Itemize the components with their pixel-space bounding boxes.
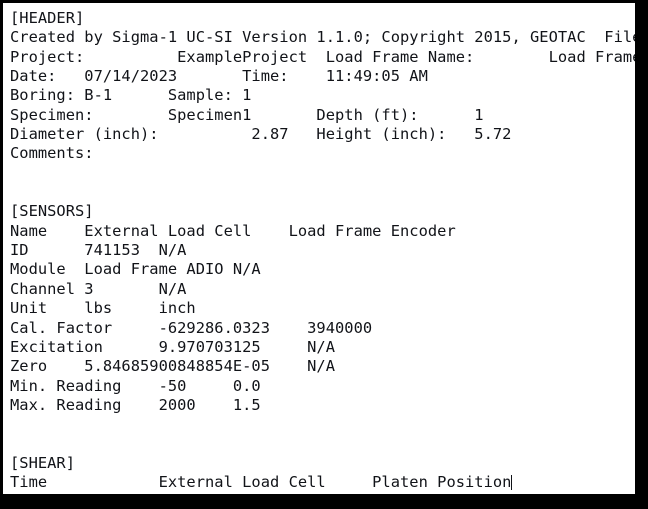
text-caret [511, 475, 513, 491]
text-line: [SENSORS] [10, 202, 94, 221]
text-pane[interactable]: [HEADER] Created by Sigma-1 UC-SI Version… [3, 3, 635, 494]
text-line [10, 415, 635, 434]
text-line [10, 164, 635, 183]
text-line: Zero 5.84685900848854E-05 N/A [10, 357, 336, 376]
text-line: ID 741153 N/A [10, 241, 187, 260]
text-line: Comments: [10, 144, 94, 163]
text-line: Time External Load Cell Platen Position [10, 473, 513, 492]
text-line: Created by Sigma-1 UC-SI Version 1.1.0; … [10, 28, 635, 47]
file-viewer-frame: [HEADER] Created by Sigma-1 UC-SI Version… [0, 0, 648, 509]
text-line: Excitation 9.970703125 N/A [10, 337, 336, 356]
text-line: Min. Reading -50 0.0 [10, 376, 261, 395]
text-line: 1/3/2023 11:43:26 AM -3.41412869056512E-… [10, 493, 635, 494]
text-line: Project: ExampleProject Load Frame Name:… [10, 47, 635, 66]
text-line: Cal. Factor -629286.0323 3940000 [10, 318, 373, 337]
text-line: Diameter (inch): 2.87 Height (inch): 5.7… [10, 125, 512, 144]
text-line [10, 183, 635, 202]
text-line: Name External Load Cell Load Frame Encod… [10, 221, 456, 240]
text-line: [HEADER] [10, 9, 85, 27]
text-content[interactable]: [HEADER] Created by Sigma-1 UC-SI Version… [10, 9, 635, 494]
text-line: Boring: B-1 Sample: 1 [10, 86, 252, 105]
text-line [10, 435, 635, 454]
text-line: [SHEAR] [10, 453, 76, 472]
text-line: Max. Reading 2000 1.5 [10, 395, 261, 414]
text-line: Date: 07/14/2023 Time: 11:49:05 AM [10, 67, 428, 86]
text-line: Unit lbs inch [10, 299, 196, 318]
text-line: Channel 3 N/A [10, 279, 187, 298]
text-line: Specimen: Specimen1 Depth (ft): 1 [10, 105, 484, 124]
text-line: Module Load Frame ADIO N/A [10, 260, 261, 279]
